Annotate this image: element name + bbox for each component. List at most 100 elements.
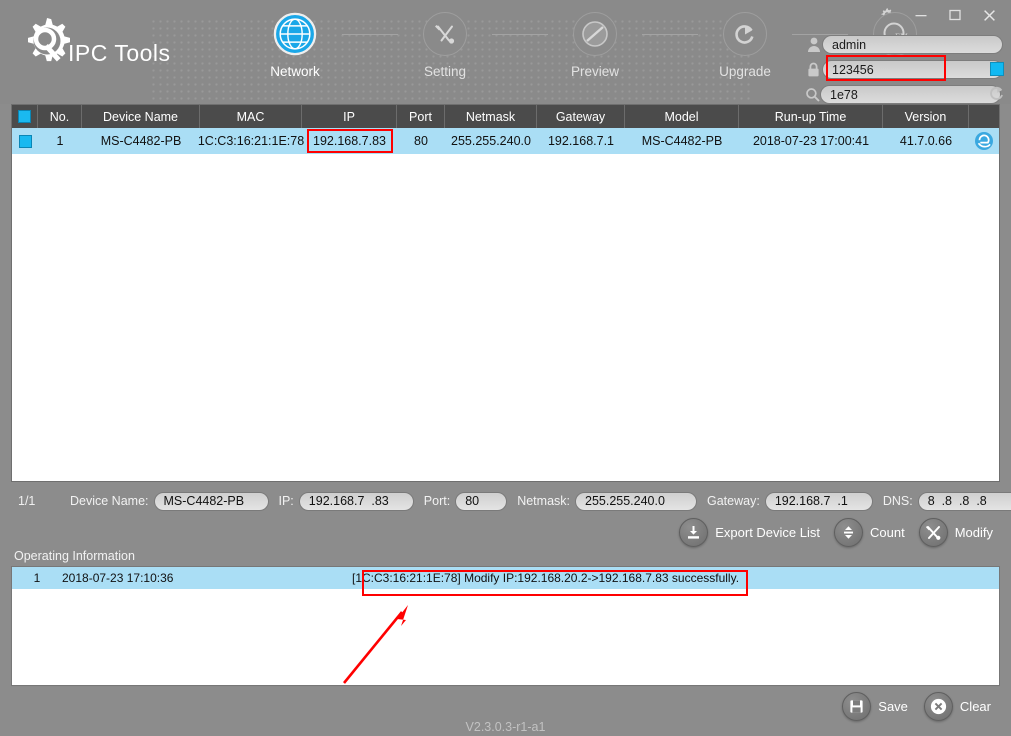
- cell-no: 1: [56, 134, 64, 148]
- header-model[interactable]: Model: [625, 105, 739, 128]
- count-icon: [834, 518, 863, 547]
- lock-icon: [805, 62, 822, 77]
- nav-connector-2: [492, 34, 548, 35]
- ip-label: IP:: [278, 494, 294, 508]
- nav-item-preview[interactable]: Preview: [548, 12, 642, 79]
- nav-item-setting[interactable]: Setting: [398, 12, 492, 79]
- globe-icon: [273, 12, 317, 56]
- table-header-row: No. Device Name MAC IP Port Netmask Gate…: [12, 105, 999, 128]
- nav-label-network: Network: [270, 64, 320, 79]
- nav-label-preview: Preview: [570, 64, 619, 79]
- cell-version: 41.7.0.66: [899, 134, 953, 148]
- clear-button[interactable]: Clear: [923, 692, 991, 721]
- dns-label: DNS:: [882, 494, 913, 508]
- operating-information-list: 1 2018-07-23 17:10:36 [1C:C3:16:21:1E:78…: [11, 566, 1000, 686]
- ipc-tools-window: IPC Tools Network Setting Preview Upgrad…: [0, 0, 1011, 736]
- header-device-name[interactable]: Device Name: [82, 105, 200, 128]
- log-no: 1: [33, 571, 41, 585]
- app-title: IPC Tools: [68, 39, 171, 66]
- refresh-icon: [723, 12, 767, 56]
- dns-field[interactable]: [917, 491, 1011, 511]
- gear-magnifier-icon: [14, 12, 80, 78]
- refresh-circle-icon[interactable]: [988, 85, 1005, 102]
- cell-netmask: 255.255.240.0: [451, 134, 531, 148]
- count-button[interactable]: Count: [834, 518, 905, 547]
- export-device-list-label: Export Device List: [715, 525, 820, 540]
- search-row: [805, 84, 1003, 104]
- user-icon: [805, 37, 822, 52]
- save-label: Save: [878, 699, 908, 714]
- header-mac[interactable]: MAC: [200, 105, 302, 128]
- header-no[interactable]: No.: [38, 105, 82, 128]
- header-select-all[interactable]: [12, 105, 38, 128]
- cell-port: 80: [414, 134, 428, 148]
- search-icon: [805, 87, 820, 102]
- username-row: [805, 34, 1003, 55]
- nav-item-upgrade[interactable]: Upgrade: [698, 12, 792, 79]
- page-indicator: 1/1: [18, 494, 36, 508]
- log-row[interactable]: 1 2018-07-23 17:10:36 [1C:C3:16:21:1E:78…: [12, 567, 999, 589]
- maximize-icon[interactable]: [941, 2, 969, 28]
- gateway-field[interactable]: [764, 491, 873, 511]
- header-link: [969, 105, 999, 128]
- forbid-icon: [573, 12, 617, 56]
- header-runup-time[interactable]: Run-up Time: [739, 105, 883, 128]
- modify-icon: [918, 518, 948, 547]
- netmask-field[interactable]: [575, 491, 697, 511]
- nav-connector-1: [342, 34, 398, 35]
- port-field[interactable]: [455, 491, 508, 511]
- cell-link[interactable]: [969, 128, 999, 154]
- operating-information-title: Operating Information: [14, 549, 135, 563]
- device-edit-form: 1/1 Device Name: IP: Port: Netmask: Gate…: [0, 489, 1011, 513]
- modify-button[interactable]: Modify: [918, 518, 993, 547]
- header-version[interactable]: Version: [883, 105, 969, 128]
- action-buttons: Export Device List Count Modify: [679, 518, 993, 547]
- log-message: [1C:C3:16:21:1E:78] Modify IP:192.168.20…: [352, 571, 740, 585]
- header-port[interactable]: Port: [397, 105, 445, 128]
- cell-device-name: MS-C4482-PB: [100, 134, 182, 148]
- bottom-buttons: Save Clear: [842, 692, 991, 721]
- status-indicator[interactable]: [990, 62, 1004, 76]
- modify-label: Modify: [954, 525, 993, 540]
- row-select-cell[interactable]: [12, 128, 38, 154]
- nav-label-setting: Setting: [423, 64, 467, 79]
- close-icon[interactable]: [975, 2, 1003, 28]
- device-name-field[interactable]: [153, 491, 269, 511]
- cell-gateway: 192.168.7.1: [547, 134, 615, 148]
- save-button[interactable]: Save: [842, 692, 908, 721]
- cell-model: MS-C4482-PB: [641, 134, 723, 148]
- cell-ip-text: 192.168.7.83: [313, 134, 386, 148]
- nav-label-upgrade: Upgrade: [719, 64, 771, 79]
- cell-mac: 1C:C3:16:21:1E:78: [197, 134, 305, 148]
- header-ip[interactable]: IP: [302, 105, 397, 128]
- select-all-checkbox[interactable]: [18, 110, 31, 123]
- ie-browser-icon[interactable]: [974, 131, 994, 151]
- gateway-label: Gateway:: [707, 494, 760, 508]
- app-header: IPC Tools Network Setting Preview Upgrad…: [0, 0, 1011, 104]
- table-row[interactable]: 1 MS-C4482-PB 1C:C3:16:21:1E:78 192.168.…: [12, 128, 999, 154]
- password-input[interactable]: [822, 60, 1003, 79]
- export-device-list-button[interactable]: Export Device List: [679, 518, 820, 547]
- password-row: [805, 55, 1004, 81]
- cell-runup-time: 2018-07-23 17:00:41: [752, 134, 870, 148]
- export-icon: [679, 518, 709, 547]
- ip-field[interactable]: [298, 491, 414, 511]
- app-logo: IPC Tools: [14, 8, 244, 82]
- tools-icon: [423, 12, 467, 56]
- count-label: Count: [870, 525, 905, 540]
- app-version: V2.3.0.3-r1-a1: [465, 720, 546, 734]
- header-netmask[interactable]: Netmask: [445, 105, 537, 128]
- save-icon: [842, 692, 872, 721]
- bottom-separator: [11, 686, 1000, 687]
- login-panel: [805, 34, 1004, 104]
- log-time: 2018-07-23 17:10:36: [62, 571, 174, 585]
- header-gateway[interactable]: Gateway: [537, 105, 625, 128]
- netmask-label: Netmask:: [517, 494, 570, 508]
- clear-label: Clear: [959, 699, 991, 714]
- nav-item-network[interactable]: Network: [248, 12, 342, 79]
- cell-ip: 192.168.7.83: [302, 128, 397, 154]
- device-name-label: Device Name:: [70, 494, 149, 508]
- username-input[interactable]: [822, 35, 1003, 54]
- row-checkbox[interactable]: [18, 134, 32, 148]
- search-input[interactable]: [820, 85, 1001, 104]
